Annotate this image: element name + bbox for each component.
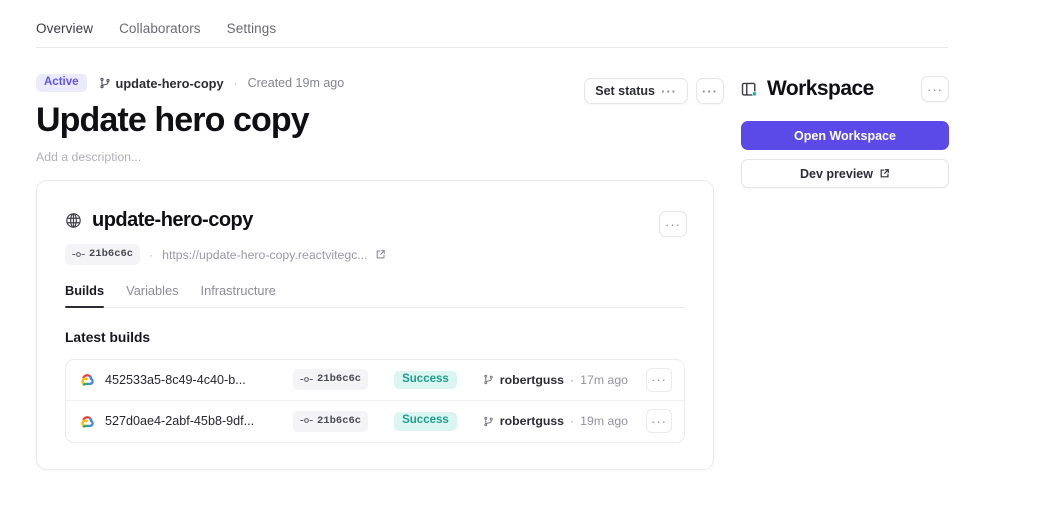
tab-overview[interactable]: Overview [36,22,93,36]
workspace-more-button[interactable]: ··· [921,76,949,102]
service-title-row: update-hero-copy [65,209,685,232]
more-dots-icon: ··· [651,413,667,429]
table-row[interactable]: 452533a5-8c49-4c40-b... 21b6c6c Success [66,360,684,401]
tab-variables[interactable]: Variables [126,284,178,307]
workspace-panel: Workspace ··· Open Workspace Dev preview [741,74,949,188]
dev-preview-button[interactable]: Dev preview [741,159,949,188]
commit-hash: 21b6c6c [317,373,362,386]
created-timestamp: Created 19m ago [247,76,345,90]
more-dots-icon: ··· [927,81,943,97]
git-branch-icon [483,416,494,427]
page-title: Update hero copy [36,101,310,139]
set-status-button[interactable]: Set status ··· [584,78,688,104]
build-time: 19m ago [580,414,628,429]
row-more-button[interactable]: ··· [646,409,672,434]
build-id: 527d0ae4-2abf-45b8-9df... [105,414,255,429]
branch-info[interactable]: update-hero-copy [99,76,224,91]
service-more-button[interactable]: ··· [659,211,687,237]
author-name: robertguss [499,414,565,429]
build-author-info: robertguss · 19m ago [483,414,628,428]
service-url[interactable]: https://update-hero-copy.reactvitegc... [162,248,368,262]
meta-separator: · [233,76,238,90]
build-time: 17m ago [580,372,628,387]
commit-chip[interactable]: 21b6c6c [293,369,369,391]
external-link-icon[interactable] [375,249,386,260]
more-dots-icon: ··· [665,216,681,232]
service-card: update-hero-copy ··· 21b6c6c · https://u… [36,180,714,470]
branch-name: update-hero-copy [115,75,224,91]
git-branch-icon [483,374,494,385]
commit-chip[interactable]: 21b6c6c [65,244,141,265]
chevron-dots-icon: ··· [661,83,677,99]
table-row[interactable]: 527d0ae4-2abf-45b8-9df... 21b6c6c Succes… [66,401,684,442]
more-dots-icon: ··· [702,83,718,99]
subline-separator: · [149,247,154,262]
description-placeholder[interactable]: Add a description... [36,150,736,164]
tab-settings[interactable]: Settings [227,22,277,36]
tab-builds[interactable]: Builds [65,284,105,308]
author-name: robertguss [499,372,565,387]
git-commit-icon [300,375,313,384]
row-more-button[interactable]: ··· [646,367,672,392]
tab-infrastructure[interactable]: Infrastructure [201,284,276,307]
service-card-tabs: Builds Variables Infrastructure [65,284,685,308]
app-root: Overview Collaborators Settings Active u… [0,0,1040,520]
builds-heading: Latest builds [65,329,151,345]
google-cloud-icon [80,415,95,428]
service-card-header: update-hero-copy ··· 21b6c6c · https://u… [37,181,713,265]
commit-hash: 21b6c6c [89,247,134,260]
service-title: update-hero-copy [92,209,253,231]
git-commit-icon [72,250,85,259]
status-badge: Active [36,73,87,93]
commit-hash: 21b6c6c [317,414,362,427]
builds-list: 452533a5-8c49-4c40-b... 21b6c6c Success [65,358,685,443]
status-badge: Success [394,412,457,431]
workspace-header: Workspace ··· [741,74,949,104]
tab-collaborators[interactable]: Collaborators [119,22,201,36]
header-more-button[interactable]: ··· [696,78,724,104]
commit-chip[interactable]: 21b6c6c [293,410,369,432]
set-status-label: Set status [595,84,655,98]
git-commit-icon [300,416,313,425]
build-separator: · [570,372,575,387]
build-separator: · [570,414,575,429]
top-navigation: Overview Collaborators Settings [36,22,948,48]
status-badge: Success [394,370,457,390]
more-dots-icon: ··· [651,372,667,388]
external-link-icon [879,168,890,179]
dev-preview-label: Dev preview [800,166,873,181]
workspace-icon [741,81,758,98]
header-actions: Set status ··· ··· [584,78,724,104]
open-workspace-button[interactable]: Open Workspace [741,121,949,150]
build-author-info: robertguss · 17m ago [483,373,628,387]
git-branch-icon [99,77,111,89]
globe-icon [65,212,82,229]
workspace-title: Workspace [767,77,874,100]
service-subline: 21b6c6c · https://update-hero-copy.react… [65,244,685,265]
google-cloud-icon [80,373,95,387]
build-id: 452533a5-8c49-4c40-b... [105,372,246,387]
